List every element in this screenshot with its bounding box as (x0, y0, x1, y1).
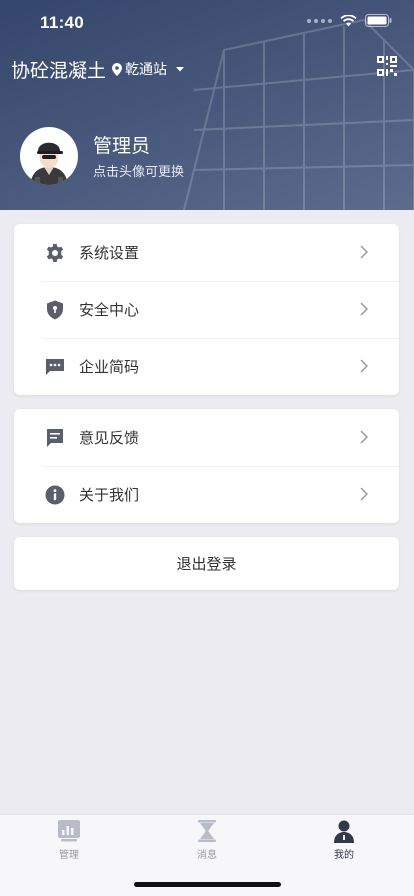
tab-messages[interactable]: 消息 (177, 819, 237, 861)
profile-hint: 点击头像可更换 (93, 164, 185, 180)
user-avatar-icon (30, 142, 68, 185)
tab-label: 管理 (59, 850, 79, 861)
gear-icon (45, 243, 65, 263)
home-indicator (134, 882, 281, 887)
feedback-icon (45, 428, 65, 448)
menu-item-feedback[interactable]: 意见反馈 (14, 409, 399, 466)
menu-item-label: 企业简码 (79, 358, 140, 376)
profile-name: 管理员 (93, 134, 151, 157)
tab-manage[interactable]: 管理 (39, 819, 99, 861)
caret-down-icon (176, 67, 184, 72)
tab-label: 我的 (334, 850, 354, 861)
menu-item-label: 安全中心 (79, 301, 140, 319)
menu-item-about-us[interactable]: 关于我们 (14, 466, 399, 523)
top-bar: 协砼混凝土 乾通站 (0, 52, 414, 86)
chart-icon (58, 820, 80, 842)
logout-button[interactable]: 退出登录 (14, 537, 399, 590)
chevron-right-icon (360, 245, 368, 259)
tab-label: 消息 (197, 850, 217, 861)
wifi-icon (340, 14, 357, 26)
qr-scan-icon[interactable] (376, 55, 398, 77)
menu-item-label: 意见反馈 (79, 429, 140, 447)
user-icon (334, 820, 354, 843)
menu-card-about: 意见反馈 关于我们 (14, 409, 399, 523)
status-bar: 11:40 (0, 0, 414, 46)
menu-item-label: 关于我们 (79, 486, 140, 504)
tab-mine[interactable]: 我的 (314, 819, 374, 861)
chevron-right-icon (360, 430, 368, 444)
app-title: 协砼混凝土 (11, 60, 107, 82)
status-time: 11:40 (40, 13, 85, 32)
station-selector[interactable]: 乾通站 (112, 59, 186, 79)
status-icons (307, 14, 392, 27)
menu-item-label: 系统设置 (79, 244, 140, 262)
chevron-right-icon (360, 302, 368, 316)
info-icon (45, 485, 65, 505)
menu-item-security-center[interactable]: 安全中心 (14, 281, 399, 338)
chevron-right-icon (360, 487, 368, 501)
battery-icon (365, 14, 392, 27)
menu-item-company-code[interactable]: 企业简码 (14, 338, 399, 395)
message-icon (45, 357, 65, 377)
profile-text: 管理员 点击头像可更换 (93, 133, 184, 180)
avatar[interactable] (20, 127, 78, 185)
station-name: 乾通站 (125, 62, 167, 78)
shield-icon (45, 300, 65, 320)
menu-card-settings: 系统设置 安全中心 企业简码 (14, 224, 399, 395)
chevron-right-icon (360, 359, 368, 373)
menu-item-system-settings[interactable]: 系统设置 (14, 224, 399, 281)
profile-header: 11:40 协砼混凝土 乾通站 管理员 点击头像可更换 (0, 0, 414, 210)
profile-section: 管理员 点击头像可更换 (20, 126, 184, 186)
hourglass-icon (198, 820, 216, 842)
location-pin-icon (112, 62, 122, 76)
signal-icon (307, 18, 332, 23)
